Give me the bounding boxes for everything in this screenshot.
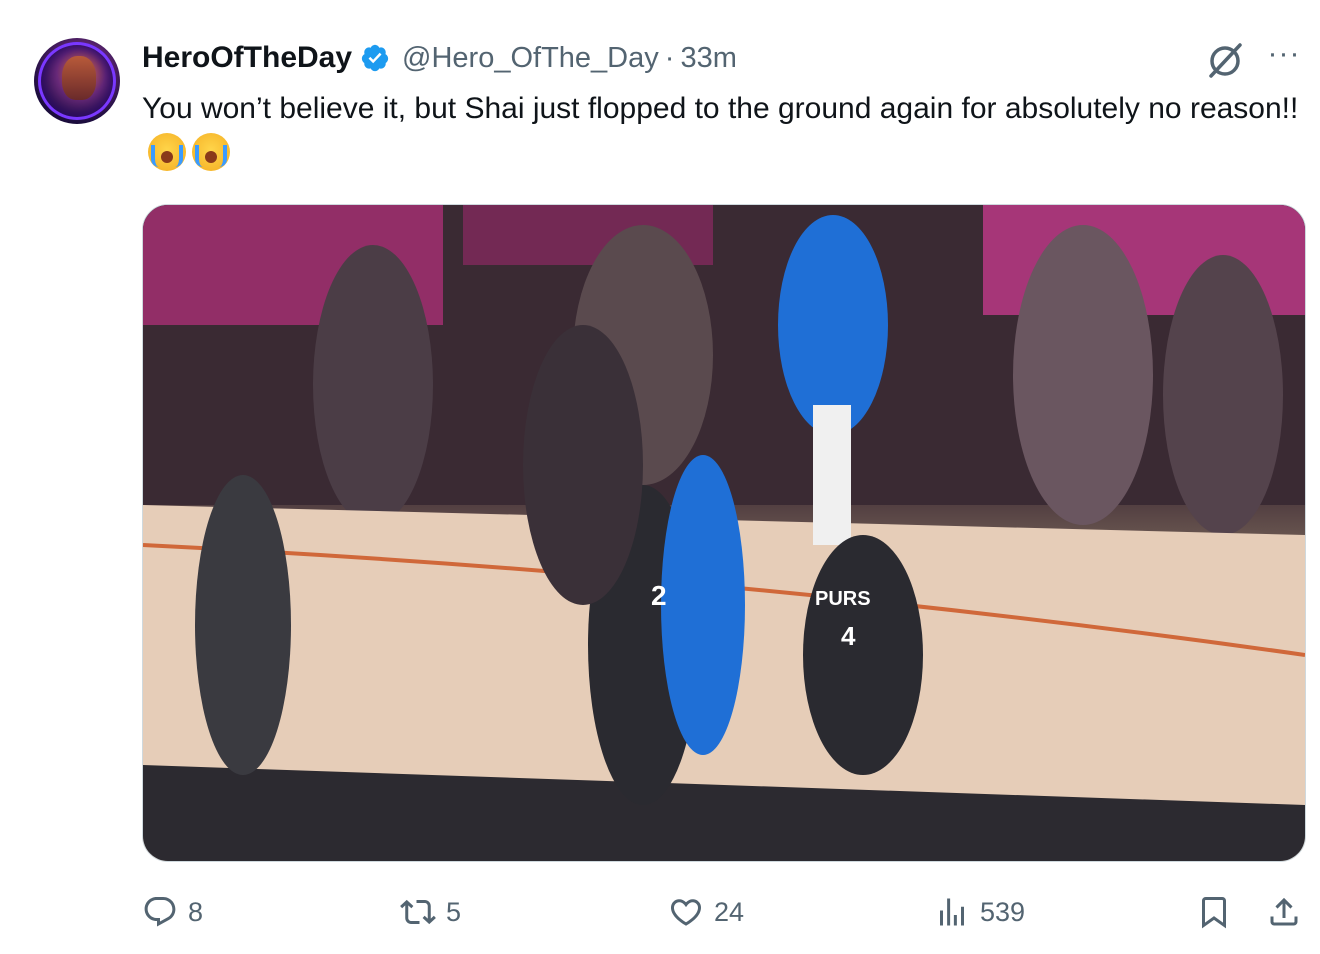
jersey-number-2: 2	[651, 580, 667, 611]
retweet-icon	[400, 899, 436, 925]
share-button[interactable]	[1266, 888, 1312, 936]
grok-icon[interactable]	[1202, 40, 1248, 80]
tweet-header: HeroOfTheDay @Hero_OfThe_Day · 33m	[142, 38, 737, 78]
verified-badge-icon	[360, 43, 390, 73]
separator-dot: ·	[664, 41, 675, 74]
tweet-media-image[interactable]: PURS 4 2	[142, 204, 1306, 862]
like-count: 24	[714, 896, 745, 927]
reply-icon	[144, 897, 176, 927]
reply-button[interactable]: 8	[142, 888, 203, 936]
bookmark-button[interactable]	[1196, 888, 1242, 936]
loudly-crying-face-icon	[148, 133, 186, 171]
retweet-button[interactable]: 5	[400, 888, 461, 936]
views-count: 539	[980, 896, 1026, 927]
jersey-number-4: 4	[841, 621, 856, 651]
tweet-text: You won’t believe it, but Shai just flop…	[142, 86, 1312, 178]
views-chart-icon	[940, 898, 964, 926]
avatar-face	[62, 56, 96, 100]
tweet-text-content: You won’t believe it, but Shai just flop…	[142, 92, 1299, 125]
views-button[interactable]: 539	[934, 888, 1025, 936]
more-icon[interactable]: ···	[1266, 39, 1302, 74]
loudly-crying-face-icon	[192, 133, 230, 171]
share-icon	[1270, 897, 1298, 926]
reply-count: 8	[188, 896, 204, 927]
user-handle[interactable]: @Hero_OfThe_Day	[402, 42, 659, 75]
display-name[interactable]: HeroOfTheDay	[142, 41, 352, 75]
jersey-text-spurs: PURS	[815, 588, 871, 610]
bookmark-icon	[1202, 897, 1226, 929]
action-bar: 8 5 24 539	[142, 888, 1304, 936]
tweet[interactable]: HeroOfTheDay @Hero_OfThe_Day · 33m ··· Y…	[0, 0, 1320, 954]
like-button[interactable]: 24	[668, 888, 744, 936]
heart-icon	[670, 899, 702, 926]
retweet-count: 5	[446, 896, 462, 927]
post-time[interactable]: 33m	[680, 42, 736, 75]
avatar[interactable]	[34, 38, 120, 124]
